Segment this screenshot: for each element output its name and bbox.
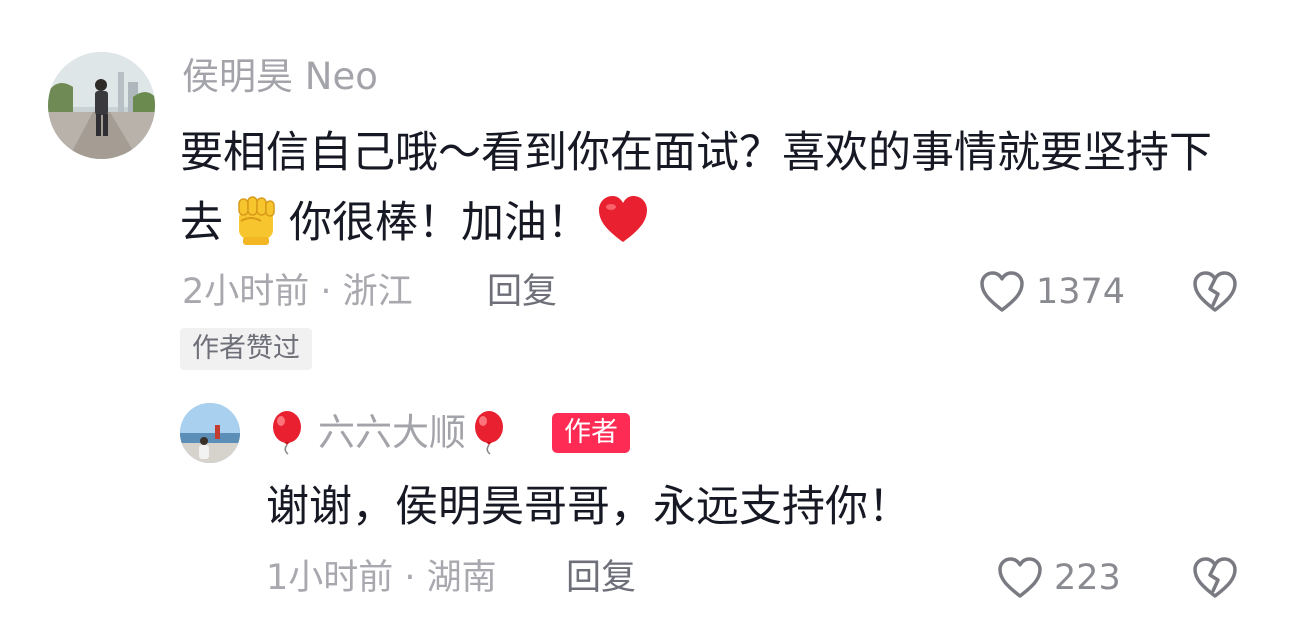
reply-button[interactable]: 回复 xyxy=(487,270,557,314)
balloon-emoji-icon xyxy=(266,410,308,456)
author-tag: 作者 xyxy=(552,413,630,453)
author-liked-badge: 作者赞过 xyxy=(180,328,312,370)
comment-meta: 1小时前 · 湖南 xyxy=(266,558,497,598)
red-heart-emoji-icon xyxy=(596,193,650,247)
like-count: 223 xyxy=(1054,558,1121,598)
comment-username[interactable]: 侯明昊 Neo xyxy=(182,54,378,100)
comment-meta: 2小时前 · 浙江 xyxy=(182,272,413,312)
like-count: 1374 xyxy=(1036,272,1126,312)
raised-fist-emoji-icon xyxy=(229,193,283,247)
comment-text: 要相信自己哦～看到你在面试？喜欢的事情就要坚持下去 你很棒！加油！ xyxy=(180,118,1240,258)
reply-username-text[interactable]: 六六大顺 xyxy=(318,410,466,456)
avatar[interactable] xyxy=(180,403,240,463)
broken-heart-icon[interactable] xyxy=(1191,268,1239,316)
comment-text-part2: 你很棒！加油！ xyxy=(289,198,590,248)
heart-icon[interactable] xyxy=(996,554,1044,602)
reply-button[interactable]: 回复 xyxy=(566,556,636,600)
comment-username[interactable]: 六六大顺 xyxy=(266,410,510,456)
comment-item: 侯明昊 Neo 要相信自己哦～看到你在面试？喜欢的事情就要坚持下去 你很棒！加油… xyxy=(0,0,1290,390)
avatar[interactable] xyxy=(48,52,155,159)
balloon-emoji-icon xyxy=(468,410,510,456)
reply-comment-item: 六六大顺 作者 谢谢，侯明昊哥哥，永远支持你！ 1小时前 · 湖南 回复 223 xyxy=(0,390,1290,634)
broken-heart-icon[interactable] xyxy=(1191,554,1239,602)
comment-text: 谢谢，侯明昊哥哥，永远支持你！ xyxy=(266,482,911,532)
heart-icon[interactable] xyxy=(978,268,1026,316)
